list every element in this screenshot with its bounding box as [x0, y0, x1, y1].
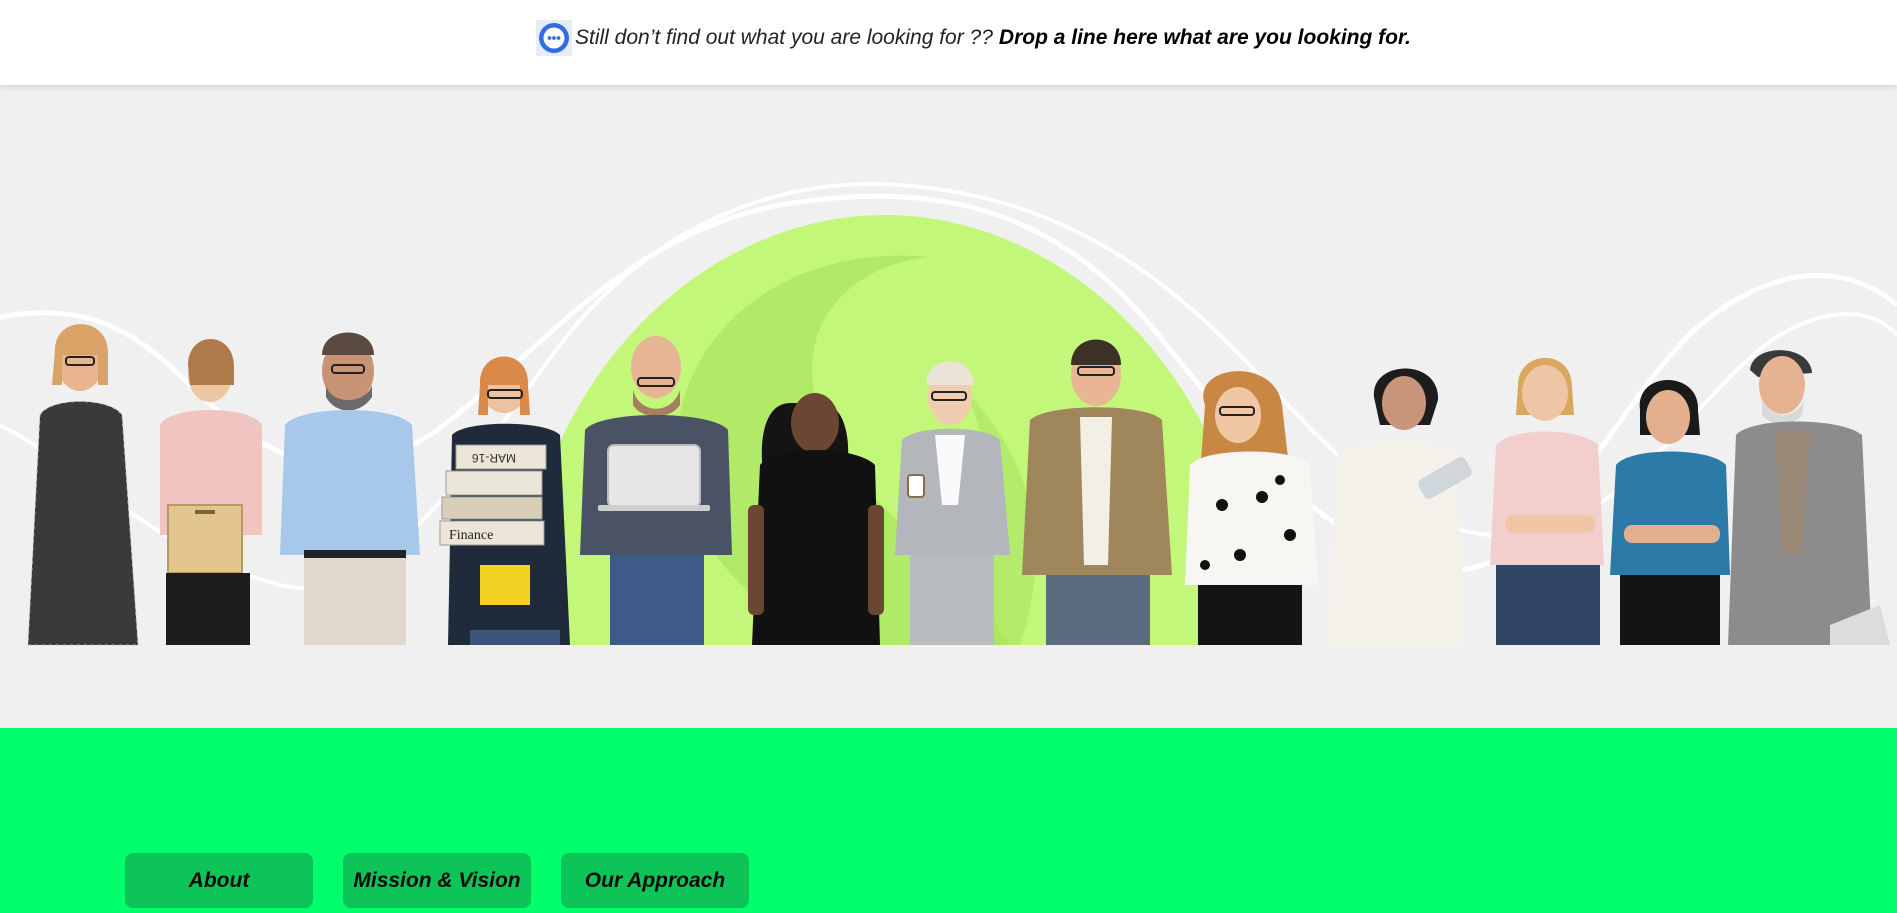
chat-bubble-icon[interactable] — [536, 20, 572, 56]
notice-question: Still don’t find out what you are lookin… — [575, 26, 993, 49]
person-10 — [1326, 368, 1472, 645]
person-4: MAR-16 Finance — [439, 356, 570, 645]
hero-banner: MAR-16 Finance — [0, 85, 1897, 728]
binder-label-finance: Finance — [449, 528, 493, 543]
person-1 — [27, 324, 139, 646]
person-3 — [280, 332, 420, 645]
person-9 — [1185, 371, 1318, 645]
person-12 — [1610, 380, 1730, 645]
person-2 — [160, 338, 262, 645]
binder-label-mar: MAR-16 — [472, 451, 516, 465]
mission-vision-button[interactable]: Mission & Vision — [343, 853, 531, 908]
person-11 — [1490, 357, 1604, 645]
person-13 — [1728, 350, 1890, 645]
contact-link[interactable]: Drop a line here what are you looking fo… — [999, 26, 1411, 50]
our-approach-button[interactable]: Our Approach — [561, 853, 749, 908]
notice-content: Still don’t find out what you are lookin… — [536, 20, 1411, 56]
notice-bar: Still don’t find out what you are lookin… — [0, 0, 1897, 85]
hero-illustration: MAR-16 Finance — [0, 182, 1897, 646]
about-button[interactable]: About — [125, 853, 313, 908]
